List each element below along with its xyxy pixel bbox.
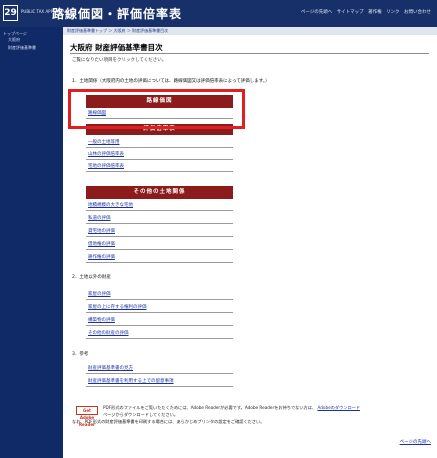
page-title: 大阪府 財産評価基準書目次 [70, 43, 163, 52]
header-link-sitemap[interactable]: サイトマップ [337, 10, 364, 15]
sidebar-item-standards[interactable]: 財産評価基準書 [8, 45, 66, 51]
title-divider [70, 53, 429, 54]
header-link-copyright[interactable]: 著作権 [368, 10, 382, 15]
site-logo[interactable]: 29 [3, 5, 18, 21]
link-bairitsu-1[interactable]: 一般の土地等用 [86, 139, 233, 148]
link-reference-1[interactable]: 財産評価基準書の見方 [86, 365, 233, 374]
link-non-land-4[interactable]: その他の財産の評価 [86, 330, 233, 339]
site-header: 29 PUBLIC TAX APPRAISAL 路線価図・評価倍率表 ページの先… [0, 0, 437, 27]
link-other-land-4[interactable]: 借地権の評価 [86, 241, 233, 250]
link-other-land-5[interactable]: 耕作権の評価 [86, 254, 233, 263]
note-pdf-text: PDF形式のファイルをご覧いただくためには、Adobe Readerが必要です。… [103, 405, 317, 410]
breadcrumb[interactable]: 財産評価基準書トップ ＞ 大阪府 ＞ 財産評価基準書目次 [67, 28, 168, 34]
link-bairitsu-2[interactable]: 山林の評価倍率表 [86, 151, 233, 160]
note-pdf-line1: PDF形式のファイルをご覧いただくためには、Adobe Readerが必要です。… [103, 405, 360, 411]
adobe-reader-badge[interactable]: Get Adobe Reader [76, 406, 98, 427]
header-link-top[interactable]: ページの先頭へ [301, 10, 332, 15]
note-print: なお、PDF形式の財産評価基準書を印刷する場合には、あらかじめプリンタの設定をご… [72, 419, 265, 424]
section-2-heading: 2．土地以外の財産 [72, 275, 111, 280]
intro-text: ご覧になりたい項目をクリックしてください。 [72, 58, 167, 63]
highlight-box [68, 89, 245, 129]
back-to-top-link[interactable]: ページの先頭へ [400, 439, 431, 445]
adobe-download-link[interactable]: Adobeのダウンロード [317, 405, 360, 410]
sidebar: トップページ 大阪府 財産評価基準書 [0, 27, 63, 458]
link-reference-2[interactable]: 財産評価基準書を利用する上での留意事項 [86, 378, 233, 387]
link-non-land-2[interactable]: 家屋の上に存する権利の評価 [86, 304, 233, 313]
link-other-land-3[interactable]: 貸宅地の評価 [86, 228, 233, 237]
header-link-links[interactable]: リンク [386, 10, 400, 15]
section-1-heading: 1．土地関係（大阪府内の土地の評価については、路線価図又は評価倍率表によって評価… [72, 79, 270, 84]
link-other-land-1[interactable]: 地積規模の大きな宅地 [86, 202, 233, 211]
link-other-land-2[interactable]: 私道の評価 [86, 215, 233, 224]
link-non-land-3[interactable]: 構築物の評価 [86, 317, 233, 326]
section-3-heading: 3．参考 [72, 352, 89, 357]
sidebar-item-osaka[interactable]: 大阪府 [8, 37, 66, 43]
note-pdf-line2: ページからダウンロードしてください。 [103, 412, 179, 417]
header-nav: ページの先頭へ サイトマップ 著作権 リンク お問い合わせ [298, 9, 431, 15]
group-header-other-land: その他の土地関係 [86, 186, 233, 199]
header-link-contact[interactable]: お問い合わせ [404, 10, 431, 15]
link-non-land-1[interactable]: 家屋の評価 [86, 291, 233, 300]
site-title[interactable]: 路線価図・評価倍率表 [52, 5, 182, 22]
link-bairitsu-3[interactable]: 宅地の評価倍率表 [86, 163, 233, 172]
